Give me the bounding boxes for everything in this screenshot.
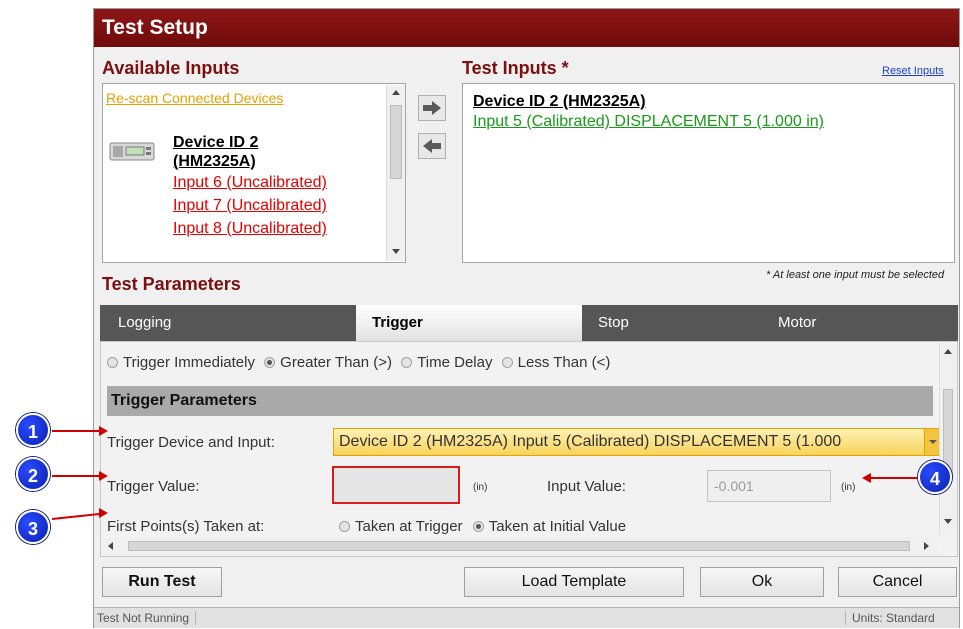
panel-vertical-scrollbar[interactable] — [939, 343, 956, 535]
device-icon — [109, 140, 157, 162]
trigger-mode-option[interactable]: Greater Than (>) — [264, 354, 392, 371]
trigger-value-input[interactable] — [332, 466, 460, 504]
scroll-left-icon[interactable] — [108, 542, 113, 550]
scroll-up-icon[interactable] — [392, 90, 400, 95]
test-inputs-title: Test Inputs * — [462, 58, 569, 78]
arrow-right-icon — [423, 101, 441, 115]
trigger-parameters-header: Trigger Parameters — [107, 386, 933, 416]
first-points-option[interactable]: Taken at Trigger — [339, 518, 463, 535]
trigger-mode-option[interactable]: Time Delay — [401, 354, 492, 371]
available-inputs-title: Available Inputs — [102, 58, 240, 78]
callout-marker: 2 — [16, 457, 50, 491]
chevron-down-icon — [924, 429, 940, 455]
input-value-field: -0.001 — [707, 470, 831, 502]
rescan-devices-link[interactable]: Re-scan Connected Devices — [106, 90, 283, 106]
first-points-group: Taken at Trigger Taken at Initial Value — [339, 518, 626, 535]
first-points-label: First Points(s) Taken at: — [107, 518, 265, 535]
available-device-name: Device ID 2 — [173, 134, 259, 151]
scroll-up-icon[interactable] — [944, 349, 952, 354]
available-input-item[interactable]: Input 7 (Uncalibrated) — [173, 194, 327, 217]
remove-input-button[interactable] — [418, 133, 446, 159]
callout-line — [870, 477, 918, 479]
ok-button[interactable]: Ok — [700, 567, 824, 597]
status-running: Test Not Running — [97, 611, 197, 625]
available-input-item[interactable]: Input 8 (Uncalibrated) — [173, 217, 327, 240]
callout-marker: 1 — [16, 413, 50, 447]
available-device-model: (HM2325A) — [173, 153, 256, 170]
input-value-unit: (in) — [841, 482, 856, 493]
tab-stop[interactable]: Stop — [582, 305, 772, 341]
first-points-option[interactable]: Taken at Initial Value — [472, 518, 626, 535]
scroll-thumb[interactable] — [390, 105, 402, 179]
add-input-button[interactable] — [418, 95, 446, 121]
tab-trigger[interactable]: Trigger — [356, 305, 582, 341]
scroll-right-icon[interactable] — [924, 542, 929, 550]
status-units: Units: Standard — [845, 611, 935, 625]
callout-arrowhead — [862, 473, 871, 483]
callout-marker: 4 — [918, 460, 952, 494]
available-inputs-list[interactable]: Re-scan Connected Devices Device ID 2 (H… — [102, 83, 406, 263]
scroll-down-icon[interactable] — [392, 249, 400, 254]
trigger-mode-option[interactable]: Trigger Immediately — [107, 354, 255, 371]
test-inputs-list[interactable]: Device ID 2 (HM2325A) Input 5 (Calibrate… — [462, 83, 955, 263]
load-template-button[interactable]: Load Template — [464, 567, 684, 597]
scroll-down-icon[interactable] — [944, 519, 952, 524]
test-setup-window: Test Setup Available Inputs Re-scan Conn… — [93, 8, 960, 628]
input-value-label: Input Value: — [547, 478, 626, 495]
cancel-button[interactable]: Cancel — [838, 567, 957, 597]
parameter-tabs: Logging Trigger Stop Motor — [100, 305, 958, 341]
arrow-left-icon — [423, 139, 441, 153]
tab-motor[interactable]: Motor — [772, 305, 958, 341]
status-bar: Test Not Running Units: Standard — [94, 607, 959, 628]
available-input-item[interactable]: Input 6 (Uncalibrated) — [173, 171, 327, 194]
trigger-mode-option[interactable]: Less Than (<) — [501, 354, 610, 371]
window-title: Test Setup — [94, 9, 959, 47]
test-parameters-title: Test Parameters — [102, 274, 241, 294]
trigger-mode-group: Trigger Immediately Greater Than (>) Tim… — [107, 354, 610, 371]
available-inputs-scrollbar[interactable] — [386, 85, 405, 261]
trigger-device-select[interactable]: Device ID 2 (HM2325A) Input 5 (Calibrate… — [333, 428, 941, 456]
callout-arrowhead — [99, 426, 108, 436]
callout-line — [52, 475, 102, 477]
tab-logging[interactable]: Logging — [100, 305, 356, 341]
test-device-name: Device ID 2 (HM2325A) — [473, 93, 646, 110]
test-input-item[interactable]: Input 5 (Calibrated) DISPLACEMENT 5 (1.0… — [473, 113, 824, 131]
callout-line — [52, 430, 102, 432]
callout-arrowhead — [99, 471, 108, 481]
run-test-button[interactable]: Run Test — [102, 567, 222, 597]
callout-marker: 3 — [16, 510, 50, 544]
trigger-panel: Trigger Immediately Greater Than (>) Tim… — [100, 341, 958, 557]
inputs-required-note: * At least one input must be selected — [766, 269, 945, 281]
scroll-thumb[interactable] — [128, 541, 910, 551]
trigger-device-label: Trigger Device and Input: — [107, 434, 275, 451]
reset-inputs-link[interactable]: Reset Inputs — [882, 65, 944, 77]
trigger-value-unit: (in) — [473, 482, 488, 493]
panel-horizontal-scrollbar[interactable] — [102, 538, 938, 555]
trigger-value-label: Trigger Value: — [107, 478, 200, 495]
callout-arrowhead — [99, 508, 108, 518]
